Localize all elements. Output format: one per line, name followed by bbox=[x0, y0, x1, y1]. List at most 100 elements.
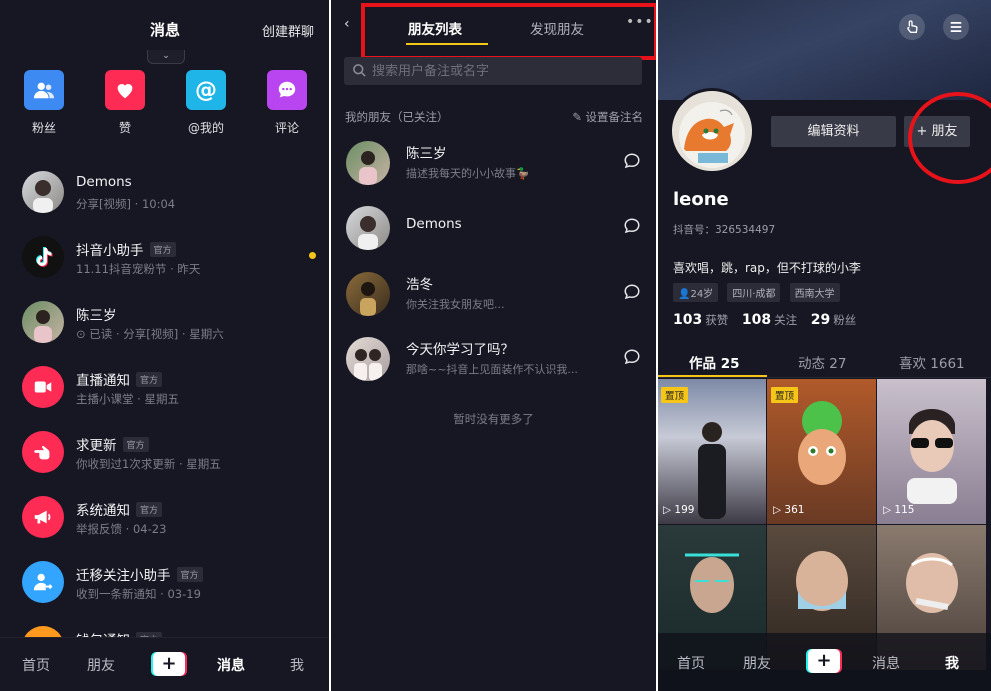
create-video-button[interactable]: + bbox=[153, 652, 185, 676]
live-camera-icon bbox=[22, 366, 64, 408]
friend-name: 今天你学习了吗？ bbox=[406, 342, 514, 358]
message-preview: 分享[视频] · 10:04 bbox=[76, 197, 176, 211]
message-preview: 你收到过1次求更新 · 星期五 bbox=[76, 457, 221, 471]
message-item-live[interactable]: 直播通知 官方 主播小课堂 · 星期五 bbox=[0, 356, 330, 418]
school-tag: 西南大学 bbox=[789, 283, 840, 302]
create-group-button[interactable]: 创建群聊 bbox=[262, 21, 314, 40]
message-preview: 主播小课堂 · 星期五 bbox=[76, 392, 179, 406]
tab-home[interactable]: 首页 bbox=[22, 655, 50, 675]
avatar bbox=[346, 272, 390, 316]
search-icon bbox=[352, 63, 367, 82]
tab-home[interactable]: 首页 bbox=[677, 653, 705, 673]
tab-moments[interactable]: 动态 27 bbox=[798, 352, 846, 372]
video-thumbnail[interactable]: 置顶 ▷ 199 bbox=[657, 379, 766, 524]
tab-likes[interactable]: 喜欢 1661 bbox=[899, 352, 965, 372]
official-badge: 官方 bbox=[136, 502, 163, 517]
shortcut-label: 赞 bbox=[118, 121, 131, 135]
pull-down-handle[interactable]: ⌄ bbox=[147, 50, 185, 64]
highlight-box bbox=[361, 3, 657, 60]
profile-stats: 103 获赞 108 关注 29 粉丝 bbox=[673, 312, 866, 328]
message-item-system[interactable]: 系统通知 官方 举报反馈 · 04-23 bbox=[0, 486, 330, 548]
douyin-id[interactable]: 抖音号：326534497 bbox=[673, 222, 775, 237]
location-tag: 四川·成都 bbox=[727, 283, 781, 302]
pinned-badge: 置顶 bbox=[661, 387, 689, 403]
chat-bubble-icon[interactable] bbox=[623, 348, 641, 370]
bottom-tab-bar: 首页 朋友 + 消息 我 bbox=[0, 637, 330, 691]
menu-icon[interactable] bbox=[943, 14, 969, 40]
avatar bbox=[346, 206, 390, 250]
create-video-button[interactable]: + bbox=[808, 649, 840, 673]
friend-signature: 你关注我女朋友吧... bbox=[406, 298, 505, 311]
shortcut-comments[interactable]: 评论 bbox=[257, 70, 317, 136]
following-count[interactable]: 108 关注 bbox=[742, 312, 797, 328]
panel-divider bbox=[329, 0, 331, 691]
message-sender: 陈三岁 bbox=[76, 308, 117, 324]
hand-point-icon bbox=[22, 431, 64, 473]
message-item-assistant[interactable]: 抖音小助手 官方 11.11抖音宠粉节 · 昨天 bbox=[0, 226, 330, 288]
shortcut-label: 评论 bbox=[274, 121, 299, 135]
chat-bubble-icon[interactable] bbox=[623, 152, 641, 174]
profile-tabs: 作品 25 动态 27 喜欢 1661 bbox=[657, 340, 991, 378]
tab-me[interactable]: 我 bbox=[945, 653, 959, 673]
section-title: 我的朋友（已关注） bbox=[345, 110, 449, 124]
profile-tags: 👤24岁 四川·成都 西南大学 bbox=[673, 282, 844, 302]
message-item-migrate[interactable]: 迁移关注小助手 官方 收到一条新通知 · 03-19 bbox=[0, 551, 330, 613]
profile-cover[interactable] bbox=[657, 0, 991, 100]
douyin-logo-icon bbox=[22, 236, 64, 278]
unread-dot bbox=[309, 252, 316, 259]
friend-item[interactable]: 今天你学习了吗？ 那啥~~抖音上见面装作不认识我... bbox=[330, 326, 657, 390]
play-count: ▷ 199 bbox=[663, 504, 695, 516]
message-sender: 抖音小助手 官方 bbox=[76, 239, 176, 259]
message-item-chensansui[interactable]: 陈三岁 ⊙ 已读 · 分享[视频] · 星期六 bbox=[0, 291, 330, 353]
no-more-text: 暂时没有更多了 bbox=[453, 412, 534, 426]
tab-messages[interactable]: 消息 bbox=[217, 655, 245, 675]
set-note-button[interactable]: ✎ 设置备注名 bbox=[572, 109, 643, 125]
fans-count[interactable]: 29 粉丝 bbox=[811, 312, 856, 328]
profile-bio: 喜欢唱，跳，rap，但不打球的小李 bbox=[673, 261, 861, 275]
edit-profile-button[interactable]: 编辑资料 bbox=[771, 116, 896, 147]
tab-me[interactable]: 我 bbox=[290, 655, 304, 675]
message-sender: Demons bbox=[76, 174, 132, 190]
highlight-circle bbox=[908, 92, 991, 184]
page-title: 消息 bbox=[150, 21, 181, 39]
search-bar bbox=[344, 57, 642, 85]
friend-name: 浩冬 bbox=[406, 277, 433, 293]
official-badge: 官方 bbox=[149, 242, 176, 257]
panel-divider bbox=[656, 0, 658, 691]
megaphone-icon bbox=[22, 496, 64, 538]
messages-screen: 消息 创建群聊 ⌄ 粉丝 赞 @ @我的 评论 Demons 分享[视频] · … bbox=[0, 0, 330, 691]
message-preview: 举报反馈 · 04-23 bbox=[76, 522, 167, 536]
heart-icon bbox=[105, 70, 145, 110]
tab-friends[interactable]: 朋友 bbox=[87, 655, 115, 675]
chat-bubble-icon[interactable] bbox=[623, 217, 641, 239]
back-icon[interactable]: ‹ bbox=[344, 16, 350, 32]
profile-avatar[interactable] bbox=[669, 88, 755, 174]
likes-count[interactable]: 103 获赞 bbox=[673, 312, 728, 328]
video-thumbnail[interactable]: ▷ 115 bbox=[877, 379, 986, 524]
search-input[interactable] bbox=[372, 57, 634, 85]
friend-item[interactable]: 浩冬 你关注我女朋友吧... bbox=[330, 261, 657, 325]
message-item-demons[interactable]: Demons 分享[视频] · 10:04 bbox=[0, 161, 330, 223]
video-thumbnail[interactable]: 置顶 ▷ 361 bbox=[767, 379, 876, 524]
active-tab-indicator bbox=[657, 375, 767, 377]
shortcut-mentions[interactable]: @ @我的 bbox=[176, 70, 236, 136]
tab-works[interactable]: 作品 25 bbox=[689, 352, 740, 372]
message-sender: 求更新 官方 bbox=[76, 434, 149, 454]
tab-messages[interactable]: 消息 bbox=[872, 653, 900, 673]
play-count: ▷ 361 bbox=[773, 504, 805, 516]
avatar bbox=[346, 337, 390, 381]
friend-item[interactable]: 陈三岁 描述我每天的小小故事🦆 bbox=[330, 130, 657, 194]
message-sender: 直播通知 官方 bbox=[76, 369, 163, 389]
message-item-update-request[interactable]: 求更新 官方 你收到过1次求更新 · 星期五 bbox=[0, 421, 330, 483]
user-transfer-icon bbox=[22, 561, 64, 603]
friends-screen: ‹ 朋友列表 发现朋友 ••• 我的朋友（已关注） ✎ 设置备注名 陈三岁 描述… bbox=[330, 0, 657, 691]
chat-bubble-icon[interactable] bbox=[623, 283, 641, 305]
finger-tap-icon[interactable] bbox=[899, 14, 925, 40]
shortcut-fans[interactable]: 粉丝 bbox=[14, 70, 74, 136]
comment-icon bbox=[267, 70, 307, 110]
friend-signature: 描述我每天的小小故事🦆 bbox=[406, 167, 530, 180]
tab-friends[interactable]: 朋友 bbox=[743, 653, 771, 673]
age-tag: 👤24岁 bbox=[673, 283, 719, 302]
shortcut-likes[interactable]: 赞 bbox=[95, 70, 155, 136]
friend-item[interactable]: Demons bbox=[330, 195, 657, 259]
